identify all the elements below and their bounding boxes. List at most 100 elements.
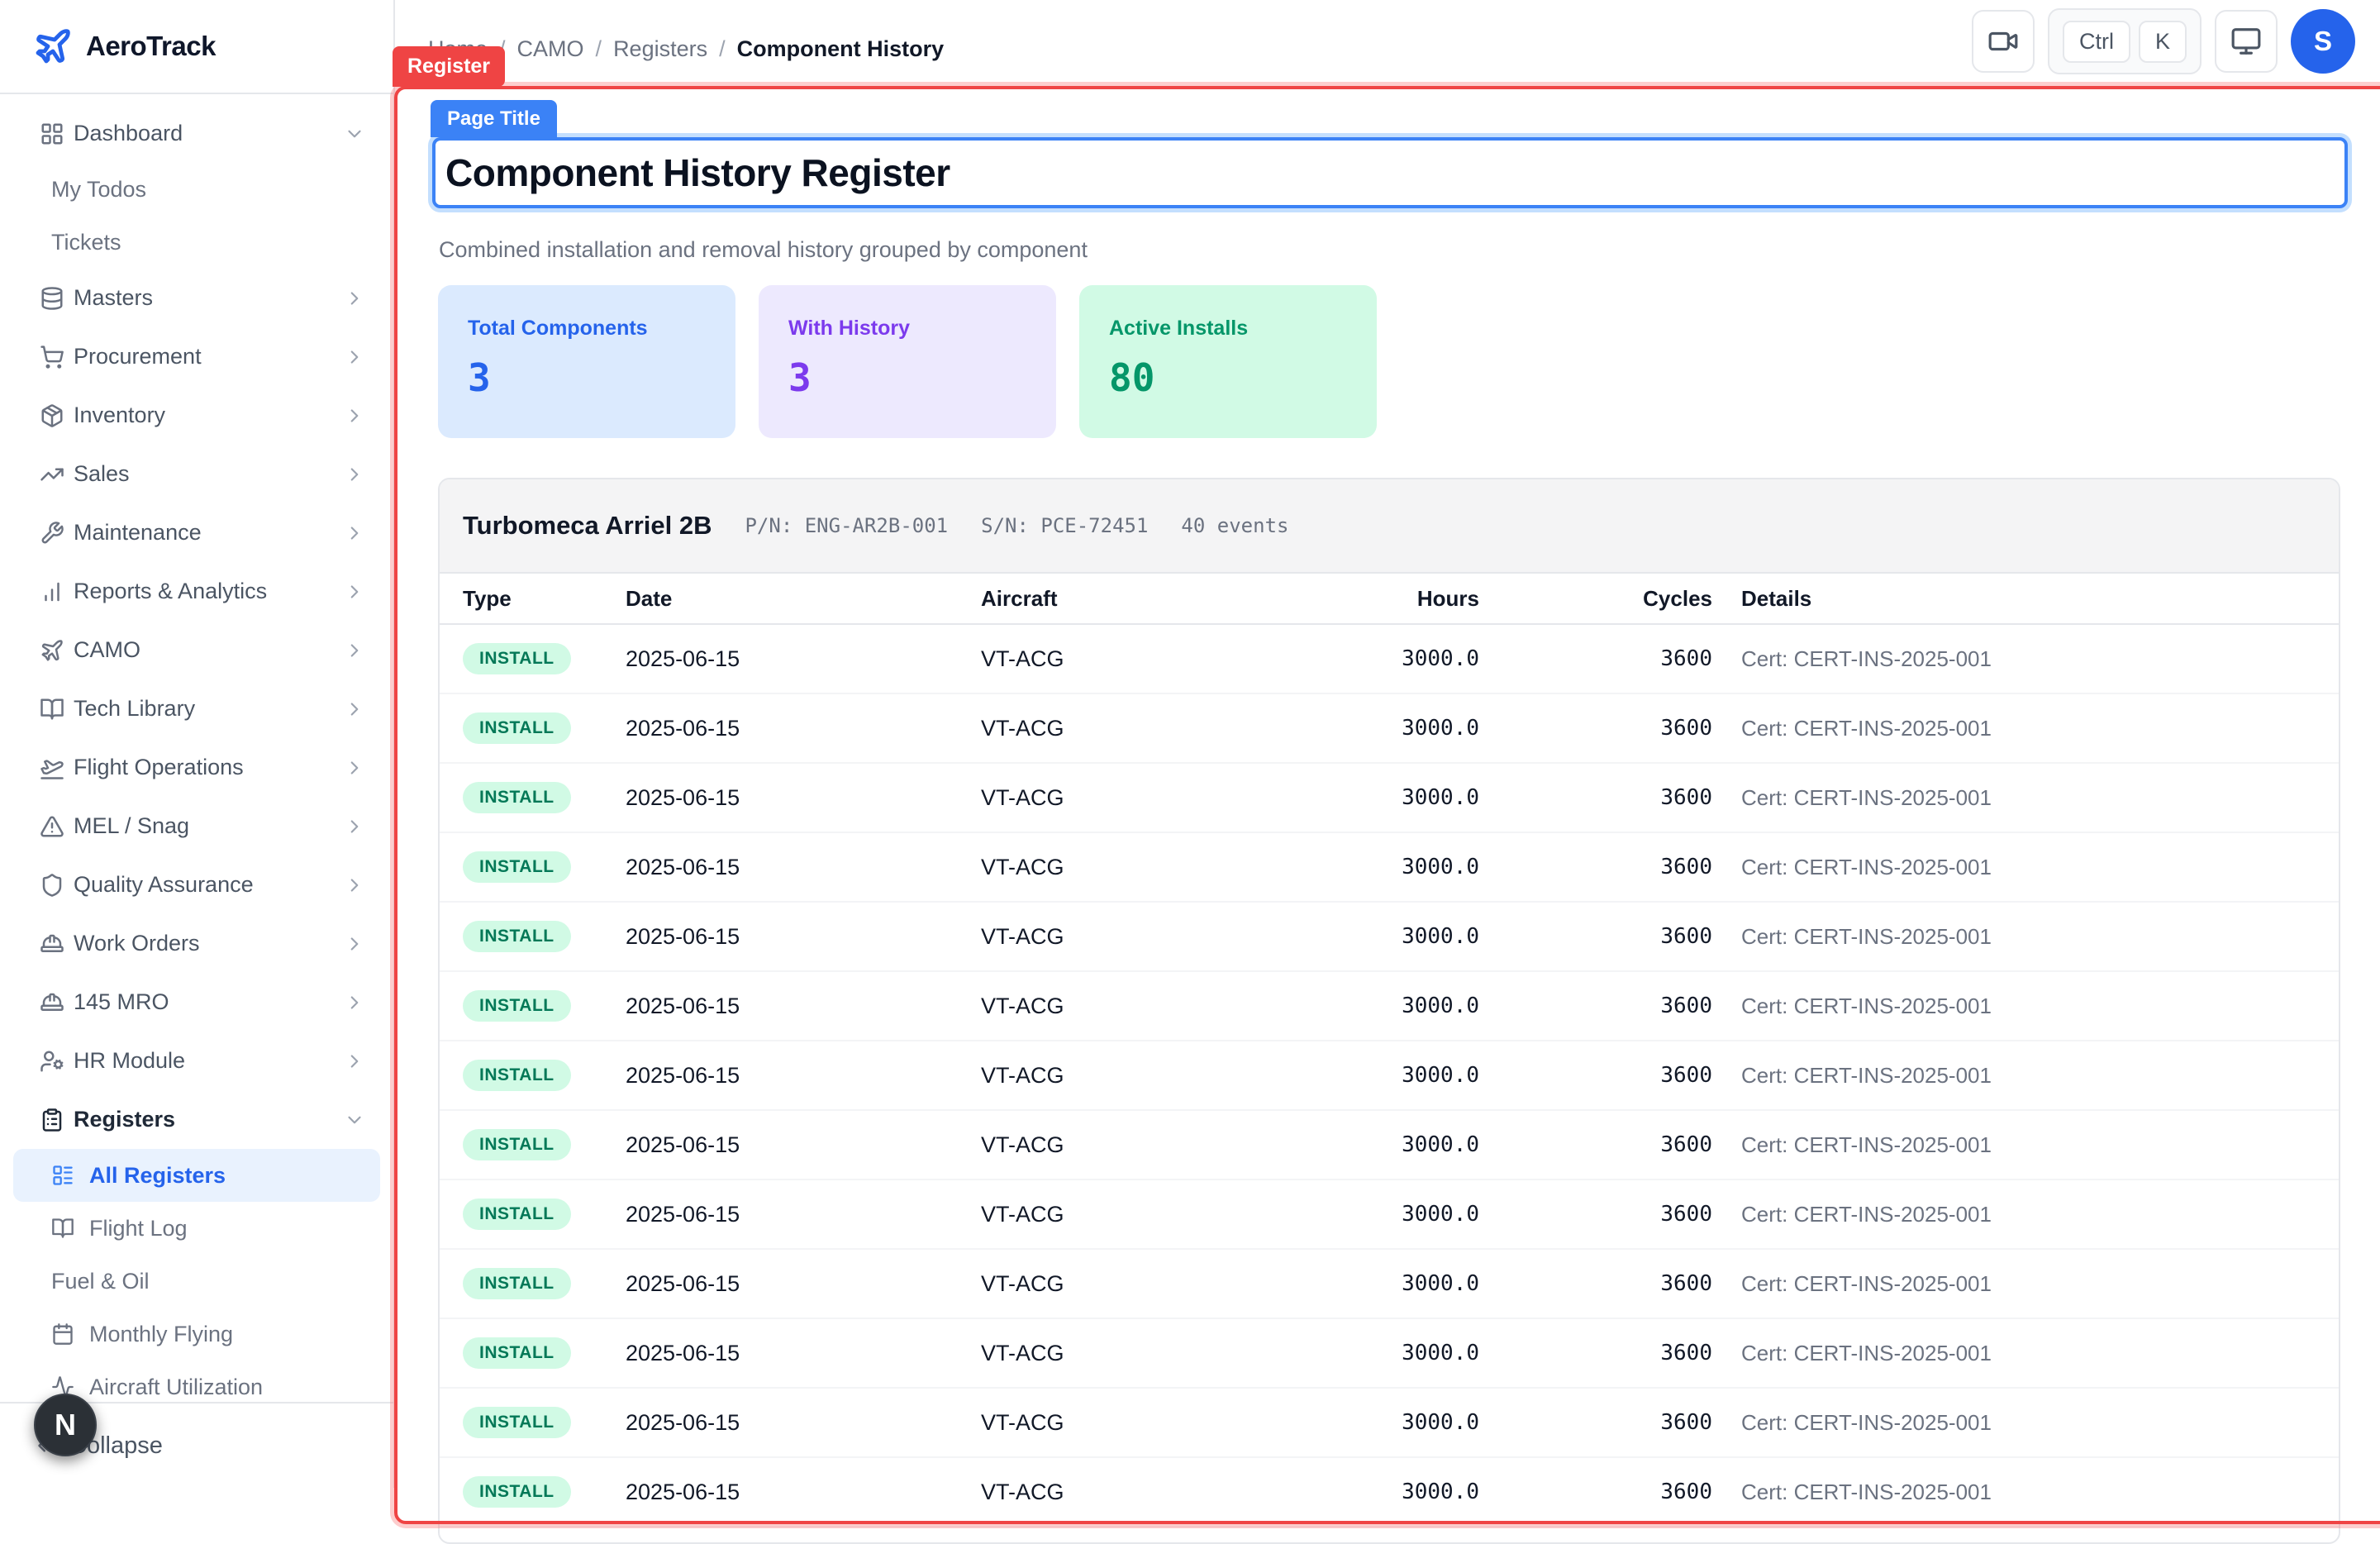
event-type-cell: INSTALL	[463, 990, 626, 1022]
history-row: INSTALL2025-06-15VT-ACG3000.03600Cert: C…	[440, 694, 2339, 764]
sidebar-item-maintenance[interactable]: Maintenance	[13, 503, 380, 562]
event-type-badge: INSTALL	[463, 782, 571, 813]
chevron-right-icon	[344, 640, 365, 661]
sidebar-item-label: HR Module	[74, 1048, 344, 1074]
sidebar-item-reports-analytics[interactable]: Reports & Analytics	[13, 562, 380, 621]
sidebar-item-label: MEL / Snag	[74, 813, 344, 839]
sidebar-item-flight-operations[interactable]: Flight Operations	[13, 738, 380, 797]
brand-name: AeroTrack	[86, 31, 216, 62]
stat-value: 3	[788, 355, 1056, 400]
hours-cell: 3000.0	[1233, 855, 1479, 879]
aircraft-cell: VT-ACG	[981, 1202, 1233, 1227]
event-type-cell: INSTALL	[463, 643, 626, 674]
sidebar-item-label: Inventory	[74, 403, 344, 428]
floating-avatar[interactable]: N	[34, 1394, 97, 1456]
chevron-right-icon	[344, 464, 365, 485]
column-header-date: Date	[626, 586, 981, 612]
sidebar-item-label: All Registers	[89, 1163, 365, 1189]
sidebar-item-procurement[interactable]: Procurement	[13, 327, 380, 386]
chevron-right-icon	[344, 288, 365, 309]
sidebar-item-fuel-oil[interactable]: Fuel & Oil	[13, 1255, 380, 1308]
sidebar-item-masters[interactable]: Masters	[13, 269, 380, 327]
event-date-cell: 2025-06-15	[626, 855, 981, 880]
sidebar-item-tickets[interactable]: Tickets	[13, 216, 380, 269]
sidebar-item-mel-snag[interactable]: MEL / Snag	[13, 797, 380, 855]
sidebar-item-dashboard[interactable]: Dashboard	[13, 104, 380, 163]
sidebar-item-label: CAMO	[74, 637, 344, 663]
sidebar-item-quality-assurance[interactable]: Quality Assurance	[13, 855, 380, 914]
sidebar-item-all-registers[interactable]: All Registers	[13, 1149, 380, 1202]
details-cell: Cert: CERT-INS-2025-001	[1712, 785, 2316, 811]
video-button[interactable]	[1972, 10, 2035, 73]
chevron-right-icon	[344, 933, 365, 955]
cycles-cell: 3600	[1479, 646, 1712, 671]
cycles-cell: 3600	[1479, 855, 1712, 879]
column-header-hours: Hours	[1233, 586, 1479, 612]
sidebar-item-label: Monthly Flying	[89, 1322, 365, 1347]
hours-cell: 3000.0	[1233, 924, 1479, 949]
chevron-right-icon	[344, 405, 365, 427]
stat-label: With History	[788, 317, 1056, 341]
plane-logo-icon	[33, 26, 73, 66]
breadcrumb-current: Component History	[737, 36, 945, 62]
chevron-right-icon	[344, 522, 365, 544]
wrench-icon	[40, 521, 64, 546]
sidebar-nav: Dashboard My Todos TicketsMastersProcureme…	[0, 94, 393, 1402]
cycles-cell: 3600	[1479, 785, 1712, 810]
hours-cell: 3000.0	[1233, 1063, 1479, 1088]
sidebar-item-145-mro[interactable]: 145 MRO	[13, 973, 380, 1032]
command-palette-shortcut[interactable]: Ctrl K	[2048, 8, 2202, 74]
package-icon	[40, 403, 64, 428]
sidebar-item-my-todos[interactable]: My Todos	[13, 163, 380, 216]
sidebar-item-work-orders[interactable]: Work Orders	[13, 914, 380, 973]
hours-cell: 3000.0	[1233, 1341, 1479, 1365]
sidebar-item-label: My Todos	[51, 177, 365, 203]
cycles-cell: 3600	[1479, 924, 1712, 949]
sidebar-item-registers[interactable]: Registers	[13, 1090, 380, 1149]
sidebar-item-flight-log[interactable]: Flight Log	[13, 1202, 380, 1255]
display-button[interactable]	[2215, 10, 2278, 73]
stat-card-with-history: With History 3	[759, 285, 1056, 438]
history-row: INSTALL2025-06-15VT-ACG3000.03600Cert: C…	[440, 972, 2339, 1041]
event-date-cell: 2025-06-15	[626, 994, 981, 1019]
user-avatar[interactable]: S	[2291, 9, 2355, 74]
layout-list-icon	[51, 1164, 74, 1187]
aircraft-cell: VT-ACG	[981, 1480, 1233, 1505]
breadcrumb-link-registers[interactable]: Registers	[613, 36, 707, 62]
sidebar-item-hr-module[interactable]: HR Module	[13, 1032, 380, 1090]
sidebar-item-label: Quality Assurance	[74, 872, 344, 898]
sidebar-footer: N Collapse	[0, 1402, 393, 1488]
details-cell: Cert: CERT-INS-2025-001	[1712, 646, 2316, 672]
sidebar-item-label: 145 MRO	[74, 989, 344, 1015]
sidebar-item-label: Dashboard	[74, 121, 344, 146]
event-date-cell: 2025-06-15	[626, 646, 981, 672]
sidebar-item-label: Registers	[74, 1107, 344, 1132]
cycles-cell: 3600	[1479, 994, 1712, 1018]
sidebar-item-monthly-flying[interactable]: Monthly Flying	[13, 1308, 380, 1361]
event-date-cell: 2025-06-15	[626, 1132, 981, 1158]
brand[interactable]: AeroTrack	[0, 0, 393, 94]
sidebar-item-inventory[interactable]: Inventory	[13, 386, 380, 445]
event-type-badge: INSTALL	[463, 851, 571, 883]
cycles-cell: 3600	[1479, 1132, 1712, 1157]
sidebar-item-camo[interactable]: CAMO	[13, 621, 380, 679]
clipboard-list-icon	[40, 1108, 64, 1132]
sidebar-item-sales[interactable]: Sales	[13, 445, 380, 503]
history-row: INSTALL2025-06-15VT-ACG3000.03600Cert: C…	[440, 1319, 2339, 1389]
floating-avatar-initial: N	[55, 1408, 76, 1442]
sidebar-item-tech-library[interactable]: Tech Library	[13, 679, 380, 738]
book-open-icon	[51, 1217, 74, 1240]
chevron-down-icon	[344, 123, 365, 145]
history-row: INSTALL2025-06-15VT-ACG3000.03600Cert: C…	[440, 1180, 2339, 1250]
details-cell: Cert: CERT-INS-2025-001	[1712, 994, 2316, 1019]
event-type-badge: INSTALL	[463, 1476, 571, 1508]
stat-card-active-installs: Active Installs80	[1079, 285, 1377, 438]
chevron-down-icon	[344, 1109, 365, 1131]
event-type-cell: INSTALL	[463, 1407, 626, 1438]
details-cell: Cert: CERT-INS-2025-001	[1712, 1132, 2316, 1158]
breadcrumb-link-camo[interactable]: CAMO	[517, 36, 584, 62]
book-open-icon	[40, 697, 64, 722]
event-type-cell: INSTALL	[463, 1476, 626, 1508]
hours-cell: 3000.0	[1233, 1410, 1479, 1435]
hours-cell: 3000.0	[1233, 646, 1479, 671]
